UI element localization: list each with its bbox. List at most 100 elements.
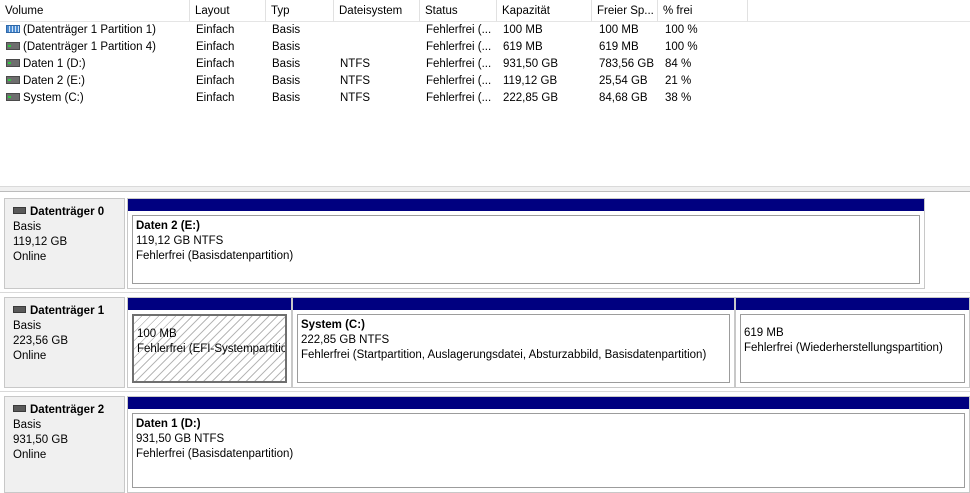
capacity-cell: 119,12 GB xyxy=(503,75,558,87)
disk-name: Datenträger 1 xyxy=(30,305,105,317)
volume-name: Daten 1 (D:) xyxy=(23,58,86,70)
volume-name: (Datenträger 1 Partition 4) xyxy=(23,41,156,53)
disk-type: Basis xyxy=(13,419,42,431)
volume-row[interactable]: (Datenträger 1 Partition 1) Einfach Basi… xyxy=(0,22,970,39)
partition-bar xyxy=(736,298,969,311)
column-header-status[interactable]: Status xyxy=(420,0,497,22)
partition-box: Daten 2 (E:) 119,12 GB NTFS Fehlerfrei (… xyxy=(132,215,920,284)
partition-title: Daten 1 (D:) xyxy=(136,418,201,430)
volume-row[interactable]: Daten 1 (D:) Einfach Basis NTFS Fehlerfr… xyxy=(0,56,970,73)
volume-name: System (C:) xyxy=(23,92,84,104)
partition-status: Fehlerfrei (Basisdatenpartition) xyxy=(136,250,294,262)
partition-size: 619 MB xyxy=(744,327,784,339)
volume-name: (Datenträger 1 Partition 1) xyxy=(23,24,156,36)
volume-name-cell: Daten 2 (E:) xyxy=(0,73,190,90)
fs-cell: NTFS xyxy=(340,58,371,70)
column-header-filler xyxy=(748,0,970,22)
drive-icon xyxy=(6,41,20,50)
layout-cell: Einfach xyxy=(196,24,235,36)
partition-striped-icon xyxy=(6,24,20,33)
disk-title: Datenträger 1 xyxy=(13,304,124,319)
volume-name-cell: (Datenträger 1 Partition 1) xyxy=(0,22,190,39)
disk-row-1: Datenträger 1 Basis 223,56 GB Online 100… xyxy=(0,291,970,391)
partition-box: System (C:) 222,85 GB NTFS Fehlerfrei (S… xyxy=(297,314,730,383)
layout-cell: Einfach xyxy=(196,41,235,53)
volume-name: Daten 2 (E:) xyxy=(23,75,85,87)
typ-cell: Basis xyxy=(272,75,301,87)
disk-row-0: Datenträger 0 Basis 119,12 GB Online Dat… xyxy=(0,192,970,292)
column-header-volume[interactable]: Volume xyxy=(0,0,190,22)
partition-size: 100 MB xyxy=(137,328,177,340)
disk-row-2: Datenträger 2 Basis 931,50 GB Online Dat… xyxy=(0,390,970,493)
drive-icon xyxy=(6,75,20,84)
disk-icon xyxy=(13,306,26,314)
partition-recovery[interactable]: 619 MB Fehlerfrei (Wiederherstellungspar… xyxy=(735,297,970,388)
disk-info-1[interactable]: Datenträger 1 Basis 223,56 GB Online xyxy=(4,297,125,388)
partition-system[interactable]: System (C:) 222,85 GB NTFS Fehlerfrei (S… xyxy=(292,297,735,388)
disk-state: Online xyxy=(13,449,47,461)
disk-info-0[interactable]: Datenträger 0 Basis 119,12 GB Online xyxy=(4,198,125,289)
volume-row[interactable]: System (C:) Einfach Basis NTFS Fehlerfre… xyxy=(0,90,970,107)
volume-row[interactable]: (Datenträger 1 Partition 4) Einfach Basi… xyxy=(0,39,970,56)
layout-cell: Einfach xyxy=(196,58,235,70)
drive-icon xyxy=(6,58,20,67)
typ-cell: Basis xyxy=(272,24,301,36)
status-cell: Fehlerfrei (... xyxy=(426,92,492,104)
disk-name: Datenträger 2 xyxy=(30,404,105,416)
column-header-layout[interactable]: Layout xyxy=(190,0,266,22)
partition-bar xyxy=(293,298,734,311)
status-cell: Fehlerfrei (... xyxy=(426,41,492,53)
volume-name-cell: (Datenträger 1 Partition 4) xyxy=(0,39,190,56)
column-header-prozent-frei[interactable]: % frei xyxy=(658,0,748,22)
partition-daten2[interactable]: Daten 2 (E:) 119,12 GB NTFS Fehlerfrei (… xyxy=(127,198,925,289)
typ-cell: Basis xyxy=(272,58,301,70)
status-cell: Fehlerfrei (... xyxy=(426,75,492,87)
partition-title: Daten 2 (E:) xyxy=(136,220,200,232)
partition-daten1[interactable]: Daten 1 (D:) 931,50 GB NTFS Fehlerfrei (… xyxy=(127,396,970,493)
free-cell: 25,54 GB xyxy=(599,75,648,87)
typ-cell: Basis xyxy=(272,92,301,104)
disk-info-2[interactable]: Datenträger 2 Basis 931,50 GB Online xyxy=(4,396,125,493)
disk-icon xyxy=(13,207,26,215)
disk-state: Online xyxy=(13,251,47,263)
disk-size: 223,56 GB xyxy=(13,335,68,347)
partition-spacer xyxy=(744,318,964,326)
capacity-cell: 100 MB xyxy=(503,24,543,36)
column-header-kapazitaet[interactable]: Kapazität xyxy=(497,0,592,22)
partition-size: 931,50 GB NTFS xyxy=(136,433,225,445)
partition-bar xyxy=(128,298,291,311)
partition-status: Fehlerfrei (EFI-Systempartition) xyxy=(137,343,287,355)
pct-free-cell: 84 % xyxy=(665,58,692,70)
disk-title: Datenträger 2 xyxy=(13,403,124,418)
column-header-freier-speicher[interactable]: Freier Sp... xyxy=(592,0,658,22)
partition-efi[interactable]: 100 MB Fehlerfrei (EFI-Systempartition) xyxy=(127,297,292,388)
partition-spacer xyxy=(137,319,285,327)
fs-cell: NTFS xyxy=(340,75,371,87)
capacity-cell: 222,85 GB xyxy=(503,92,558,104)
status-cell: Fehlerfrei (... xyxy=(426,24,492,36)
partition-status: Fehlerfrei (Wiederherstellungspartition) xyxy=(744,342,943,354)
pct-free-cell: 100 % xyxy=(665,41,698,53)
partition-size: 119,12 GB NTFS xyxy=(136,235,224,247)
free-cell: 100 MB xyxy=(599,24,639,36)
capacity-cell: 931,50 GB xyxy=(503,58,558,70)
disk-size: 119,12 GB xyxy=(13,236,68,248)
volume-name-cell: Daten 1 (D:) xyxy=(0,56,190,73)
pct-free-cell: 38 % xyxy=(665,92,692,104)
partition-box: 619 MB Fehlerfrei (Wiederherstellungspar… xyxy=(740,314,965,383)
column-header-typ[interactable]: Typ xyxy=(266,0,334,22)
disk-map: Datenträger 0 Basis 119,12 GB Online Dat… xyxy=(0,192,970,493)
column-header-dateisystem[interactable]: Dateisystem xyxy=(334,0,420,22)
partition-title: System (C:) xyxy=(301,319,365,331)
layout-cell: Einfach xyxy=(196,92,235,104)
disk-type: Basis xyxy=(13,320,42,332)
volume-row[interactable]: Daten 2 (E:) Einfach Basis NTFS Fehlerfr… xyxy=(0,73,970,90)
partition-box: 100 MB Fehlerfrei (EFI-Systempartition) xyxy=(132,314,287,383)
pct-free-cell: 100 % xyxy=(665,24,698,36)
free-cell: 783,56 GB xyxy=(599,58,654,70)
volume-list: Volume Layout Typ Dateisystem Status Kap… xyxy=(0,0,970,186)
drive-icon xyxy=(6,92,20,101)
layout-cell: Einfach xyxy=(196,75,235,87)
partition-bar xyxy=(128,199,924,212)
free-cell: 84,68 GB xyxy=(599,92,648,104)
